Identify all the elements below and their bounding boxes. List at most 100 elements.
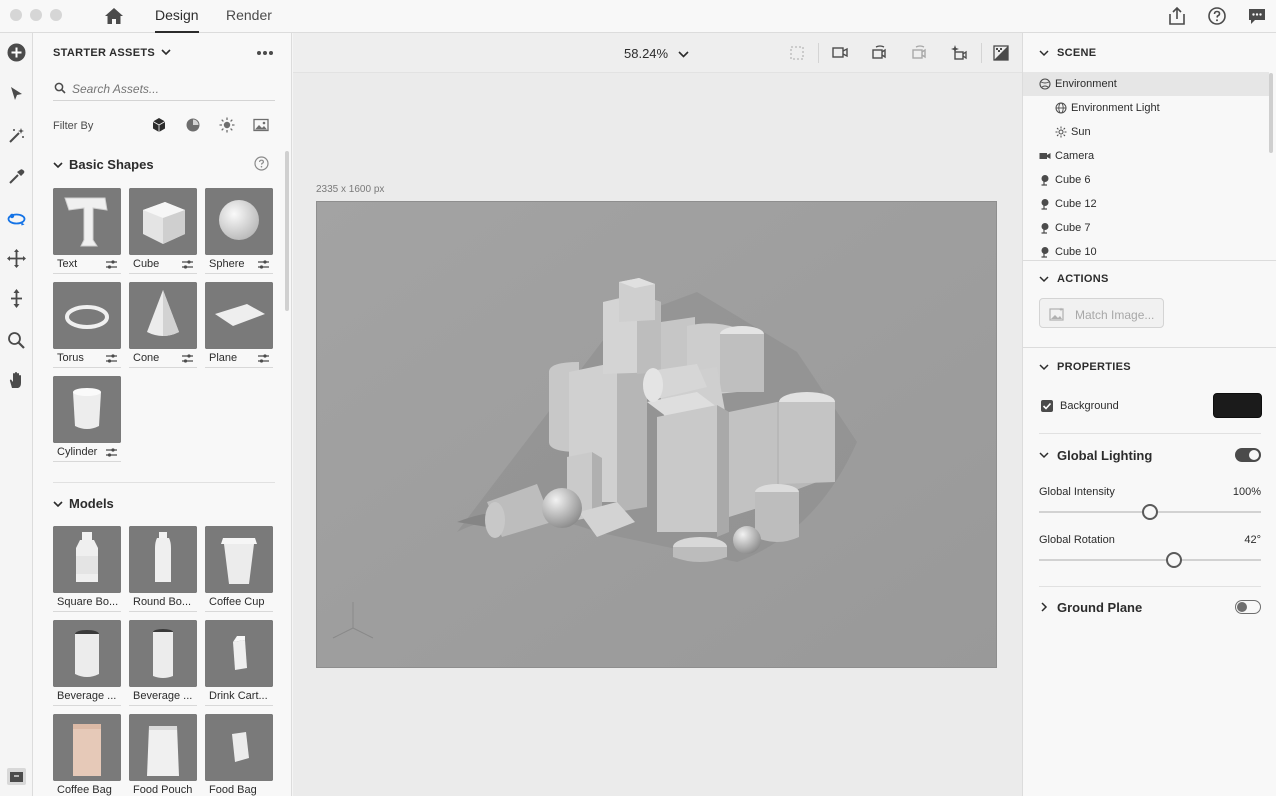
asset-options-icon[interactable] — [258, 260, 269, 269]
scene-item-environment[interactable]: Environment — [1023, 72, 1269, 96]
asset-tile-cylinder[interactable]: Cylinder — [53, 376, 121, 462]
canvas-toolbar: 58.24% — [293, 33, 1022, 73]
filter-models-icon[interactable] — [151, 117, 167, 133]
assets-scrollbar[interactable] — [285, 151, 289, 311]
camera-bookmark-icon[interactable] — [949, 44, 967, 62]
scene-item-sun[interactable]: Sun — [1023, 120, 1269, 144]
scene-item-cube-10[interactable]: Cube 10 — [1023, 240, 1269, 260]
models-header[interactable]: Models — [53, 496, 114, 511]
global-lighting-toggle[interactable] — [1235, 448, 1261, 462]
actions-header: ACTIONS — [1057, 273, 1109, 285]
asset-options-icon[interactable] — [106, 448, 117, 457]
object-icon — [1041, 247, 1049, 258]
render-viewport[interactable] — [316, 201, 997, 668]
model-tile-drink-carton[interactable]: Drink Cart... — [205, 620, 273, 706]
model-label: Beverage ... — [57, 690, 117, 702]
chevron-down-icon[interactable] — [1039, 48, 1049, 58]
chevron-down-icon — [161, 49, 171, 56]
object-icon — [1041, 175, 1049, 186]
background-checkbox[interactable] — [1041, 400, 1053, 412]
magic-wand-icon[interactable] — [6, 125, 27, 146]
camera-fit-icon[interactable] — [831, 44, 849, 62]
asset-tile-plane[interactable]: Plane — [205, 282, 273, 368]
eyedropper-icon[interactable] — [6, 166, 27, 187]
hand-icon[interactable] — [6, 370, 27, 391]
window-close-button[interactable] — [10, 9, 22, 21]
move-icon[interactable] — [6, 248, 27, 269]
select-icon[interactable] — [6, 84, 27, 105]
scene-scrollbar[interactable] — [1269, 73, 1273, 153]
asset-label: Text — [57, 258, 78, 270]
share-icon[interactable] — [1167, 6, 1187, 26]
scene-item-cube-6[interactable]: Cube 6 — [1023, 168, 1269, 192]
help-icon[interactable] — [1207, 6, 1227, 26]
asset-tile-torus[interactable]: Torus — [53, 282, 121, 368]
model-tile-coffee-cup[interactable]: Coffee Cup — [205, 526, 273, 612]
global-intensity-slider[interactable] — [1039, 504, 1261, 520]
home-icon[interactable] — [104, 7, 124, 25]
chevron-down-icon[interactable] — [1039, 450, 1049, 460]
scene-item-camera[interactable]: Camera — [1023, 144, 1269, 168]
render-preview-icon[interactable] — [992, 44, 1010, 62]
model-tile-square-bottle[interactable]: Square Bo... — [53, 526, 121, 612]
help-icon[interactable] — [254, 156, 269, 171]
dolly-icon[interactable] — [6, 288, 27, 309]
tab-render[interactable]: Render — [226, 0, 272, 33]
background-color-swatch[interactable] — [1213, 393, 1262, 418]
filter-lights-icon[interactable] — [219, 117, 235, 133]
scene-item-cube-12[interactable]: Cube 12 — [1023, 192, 1269, 216]
model-tile-beverage-can-tall[interactable]: Beverage ... — [129, 620, 197, 706]
filter-materials-icon[interactable] — [185, 117, 201, 133]
match-image-button[interactable]: Match Image... — [1039, 298, 1164, 328]
chevron-down-icon[interactable] — [1039, 274, 1049, 284]
model-tile-food-pouch[interactable]: Food Pouch — [129, 714, 197, 796]
more-options-icon[interactable] — [256, 50, 274, 56]
global-rotation-slider[interactable] — [1039, 552, 1261, 568]
zoom-icon[interactable] — [6, 330, 27, 351]
asset-options-icon[interactable] — [258, 354, 269, 363]
basic-shapes-header[interactable]: Basic Shapes — [53, 157, 154, 172]
frame-icon[interactable] — [788, 44, 806, 62]
asset-tile-sphere[interactable]: Sphere — [205, 188, 273, 274]
add-icon[interactable] — [6, 42, 27, 63]
asset-label: Sphere — [209, 258, 245, 270]
asset-options-icon[interactable] — [182, 260, 193, 269]
global-rotation-slider-handle[interactable] — [1166, 552, 1183, 568]
scene-item-cube-7[interactable]: Cube 7 — [1023, 216, 1269, 240]
scene-item-environment-light[interactable]: Environment Light — [1023, 96, 1269, 120]
chevron-down-icon — [53, 162, 63, 169]
scene-render — [317, 202, 996, 667]
asset-thumbnail — [205, 282, 273, 349]
model-label: Square Bo... — [57, 596, 119, 608]
camera-orbit-icon[interactable] — [870, 44, 888, 62]
model-tile-beverage-can[interactable]: Beverage ... — [53, 620, 121, 706]
search-input[interactable] — [72, 79, 272, 99]
model-tile-coffee-bag[interactable]: Coffee Bag — [53, 714, 121, 796]
global-intensity-slider-handle[interactable] — [1142, 504, 1158, 520]
panel-toggle-icon[interactable] — [6, 766, 27, 787]
ground-plane-toggle[interactable] — [1235, 600, 1261, 614]
model-tile-food-bag[interactable]: Food Bag — [205, 714, 273, 796]
scene-item-label: Cube 12 — [1055, 198, 1097, 210]
asset-options-icon[interactable] — [106, 354, 117, 363]
filter-images-icon[interactable] — [253, 117, 269, 133]
tool-bar — [0, 33, 33, 796]
asset-options-icon[interactable] — [182, 354, 193, 363]
global-rotation-value: 42° — [1244, 534, 1261, 546]
zoom-dropdown[interactable]: 58.24% — [624, 46, 689, 61]
asset-options-icon[interactable] — [106, 260, 117, 269]
tab-design[interactable]: Design — [155, 0, 199, 33]
feedback-icon[interactable] — [1247, 6, 1267, 26]
asset-tile-cube[interactable]: Cube — [129, 188, 197, 274]
camera-reset-icon[interactable] — [910, 44, 928, 62]
window-maximize-button[interactable] — [50, 9, 62, 21]
model-thumbnail — [53, 620, 121, 687]
chevron-right-icon[interactable] — [1039, 602, 1049, 612]
window-minimize-button[interactable] — [30, 9, 42, 21]
asset-tile-cone[interactable]: Cone — [129, 282, 197, 368]
model-tile-round-bottle[interactable]: Round Bo... — [129, 526, 197, 612]
orbit-icon[interactable] — [6, 208, 27, 229]
chevron-down-icon[interactable] — [1039, 362, 1049, 372]
asset-tile-text[interactable]: Text — [53, 188, 121, 274]
assets-title[interactable]: STARTER ASSETS — [53, 47, 171, 59]
